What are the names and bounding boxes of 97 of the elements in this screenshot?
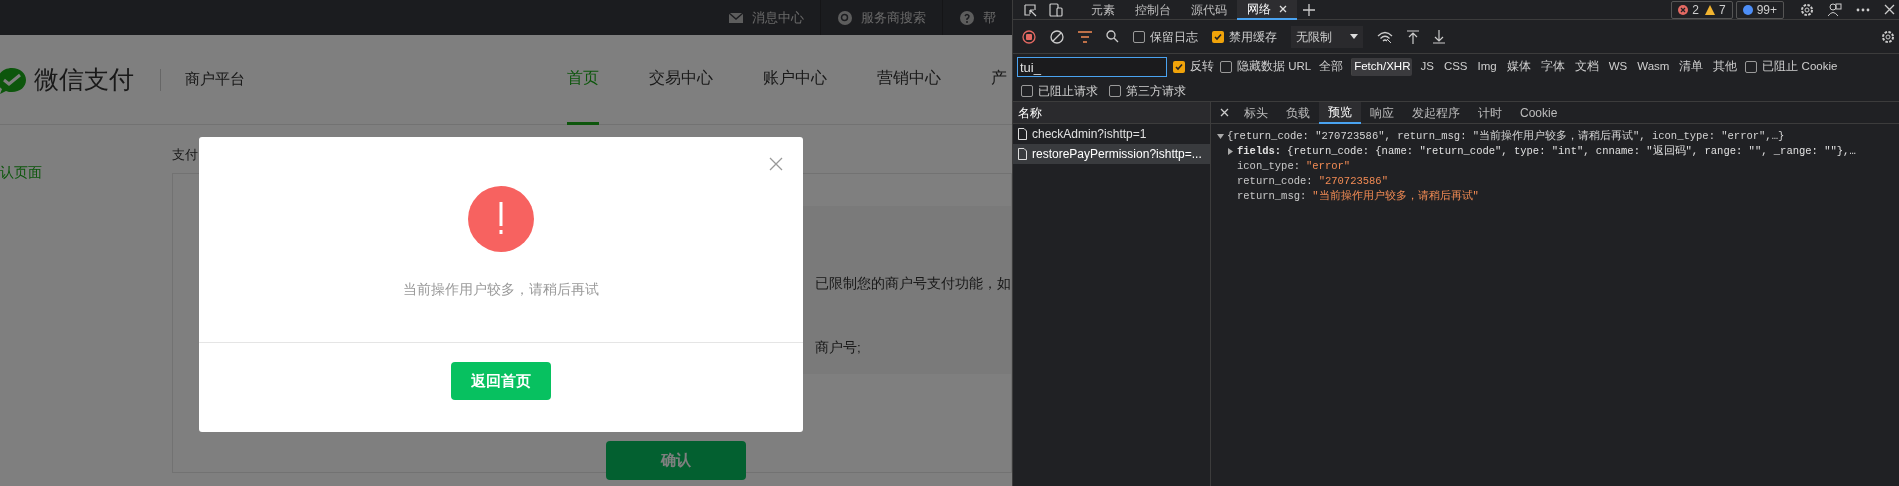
checkbox[interactable] — [1021, 84, 1033, 97]
column-header: 名称 — [1013, 102, 1210, 124]
object-preview: {return_code: "270723586", return_msg: "当前操作用户较多，请稍后再试", icon_type: "error",…} — [1227, 129, 1785, 144]
nav-tab[interactable]: 产 — [991, 34, 1007, 125]
search-icon[interactable] — [1106, 30, 1119, 43]
close-icon[interactable] — [1884, 4, 1895, 15]
download-icon[interactable] — [1433, 29, 1445, 44]
detail-tab[interactable]: 预览 — [1319, 101, 1361, 124]
type-filter[interactable]: 清单 — [1677, 58, 1706, 76]
object-preview: {return_code: {name: "return_code", type: "int", cnname: "返回码", range: "", _range: ""},… — [1287, 144, 1856, 159]
detail-tab[interactable]: 计时 — [1469, 101, 1511, 124]
type-filter[interactable]: 字体 — [1538, 58, 1567, 76]
type-filter[interactable]: 全部 — [1317, 58, 1346, 76]
filter-icon[interactable] — [1078, 30, 1092, 43]
checkbox[interactable] — [1745, 61, 1758, 73]
request-row[interactable]: restorePayPermission?ishttp=... — [1013, 144, 1210, 164]
checkbox[interactable] — [1212, 30, 1224, 43]
property-key: icon_type: — [1237, 159, 1300, 174]
checkbox-label[interactable]: 已阻止请求 — [1038, 81, 1098, 100]
checkbox[interactable] — [1220, 61, 1232, 73]
network-conditions-icon[interactable] — [1377, 29, 1393, 44]
type-filter[interactable]: 文档 — [1572, 58, 1601, 76]
type-filter[interactable]: Wasm — [1635, 58, 1672, 76]
file-icon — [1018, 148, 1027, 160]
checkbox[interactable] — [1109, 84, 1121, 97]
type-filter[interactable]: JS — [1418, 58, 1436, 76]
throttle-dropdown[interactable]: 无限制 — [1291, 25, 1363, 48]
search-icon — [837, 9, 853, 26]
request-row[interactable]: checkAdmin?ishttp=1 — [1013, 124, 1210, 144]
checkbox-label[interactable]: 反转 — [1190, 58, 1214, 76]
checkbox-label[interactable]: 禁用缓存 — [1229, 27, 1277, 46]
warning-icon — [1704, 4, 1715, 15]
more-icon[interactable] — [1856, 7, 1870, 12]
platform-name: 商户平台 — [185, 69, 246, 90]
checkbox[interactable] — [1133, 30, 1145, 43]
upload-icon[interactable] — [1407, 29, 1419, 44]
error-icon — [1678, 4, 1689, 15]
property-value: "当前操作用户较多，请稍后再试" — [1312, 189, 1479, 204]
checkbox-label[interactable]: 保留日志 — [1150, 27, 1198, 46]
warning-count: 7 — [1718, 1, 1726, 19]
detail-tab[interactable]: Cookie — [1511, 101, 1567, 124]
close-icon — [769, 157, 783, 171]
detail-tab[interactable]: 标头 — [1235, 101, 1277, 124]
dialog-message: 当前操作用户较多，请稍后再试 — [403, 281, 599, 299]
devtools-tab[interactable]: 源代码 — [1181, 0, 1237, 20]
close-icon[interactable] — [1279, 4, 1287, 13]
file-icon — [1018, 128, 1027, 140]
devtools-tab[interactable]: 网络 — [1237, 0, 1297, 20]
help-icon — [959, 9, 975, 26]
error-count: 2 — [1692, 1, 1699, 19]
brand-name: 微信支付 — [34, 63, 134, 95]
type-filter[interactable]: Fetch/XHR — [1351, 58, 1413, 76]
expanded-arrow-icon[interactable] — [1217, 133, 1224, 140]
collapsed-arrow-icon[interactable] — [1227, 148, 1234, 155]
detail-tab[interactable]: 发起程序 — [1403, 101, 1469, 124]
property-key: fields: — [1237, 144, 1282, 159]
property-key: return_msg: — [1237, 189, 1307, 204]
property-value: "270723586" — [1318, 174, 1388, 189]
notice-text: 商户号; — [815, 339, 861, 358]
error-warning-counter[interactable]: 2 7 — [1671, 0, 1733, 19]
checkbox-label[interactable]: 隐藏数据 URL — [1237, 58, 1312, 76]
type-filter[interactable]: CSS — [1441, 58, 1470, 76]
devtools-tab[interactable]: 元素 — [1081, 0, 1125, 20]
dropdown-icon — [1350, 34, 1358, 39]
type-filter[interactable]: 媒体 — [1504, 58, 1533, 76]
settings-icon[interactable] — [1881, 29, 1895, 44]
settings-icon[interactable] — [1800, 2, 1814, 17]
checkmark-icon — [1213, 31, 1223, 42]
plus-icon[interactable] — [1303, 3, 1315, 16]
nav-tab[interactable]: 账户中心 — [763, 34, 827, 125]
record-icon[interactable] — [1022, 29, 1036, 44]
devtools-tab[interactable]: 控制台 — [1125, 0, 1181, 20]
warning-icon — [468, 186, 534, 252]
property-key: return_code: — [1237, 174, 1313, 189]
issues-counter[interactable]: 99+ — [1735, 0, 1784, 19]
filter-field[interactable]: tui_ — [1017, 57, 1167, 77]
notice-text: 已限制您的商户号支付功能，如 — [815, 275, 1011, 293]
device-icon[interactable] — [1049, 2, 1063, 17]
checkmark-icon — [1174, 62, 1184, 72]
type-filter[interactable]: 其他 — [1711, 58, 1740, 76]
type-filter[interactable]: Img — [1475, 58, 1499, 76]
people-icon[interactable] — [1828, 2, 1842, 17]
inspect-icon[interactable] — [1023, 2, 1037, 17]
property-value: "error" — [1306, 159, 1351, 174]
nav-tab[interactable]: 交易中心 — [649, 34, 713, 125]
issues-count: 99+ — [1756, 1, 1777, 19]
section-title: 支付 — [172, 146, 198, 164]
detail-tab[interactable]: 响应 — [1361, 101, 1403, 124]
nav-tab[interactable]: 营销中心 — [877, 34, 941, 125]
checkbox-label[interactable]: 第三方请求 — [1126, 81, 1186, 100]
checkbox-label[interactable]: 已阻止 Cookie — [1762, 58, 1838, 76]
close-icon[interactable] — [1220, 108, 1229, 117]
detail-tab[interactable]: 负载 — [1277, 101, 1319, 124]
close-button[interactable] — [769, 157, 783, 171]
type-filter[interactable]: WS — [1606, 58, 1630, 76]
clear-icon[interactable] — [1050, 29, 1064, 44]
checkbox[interactable] — [1173, 61, 1185, 73]
